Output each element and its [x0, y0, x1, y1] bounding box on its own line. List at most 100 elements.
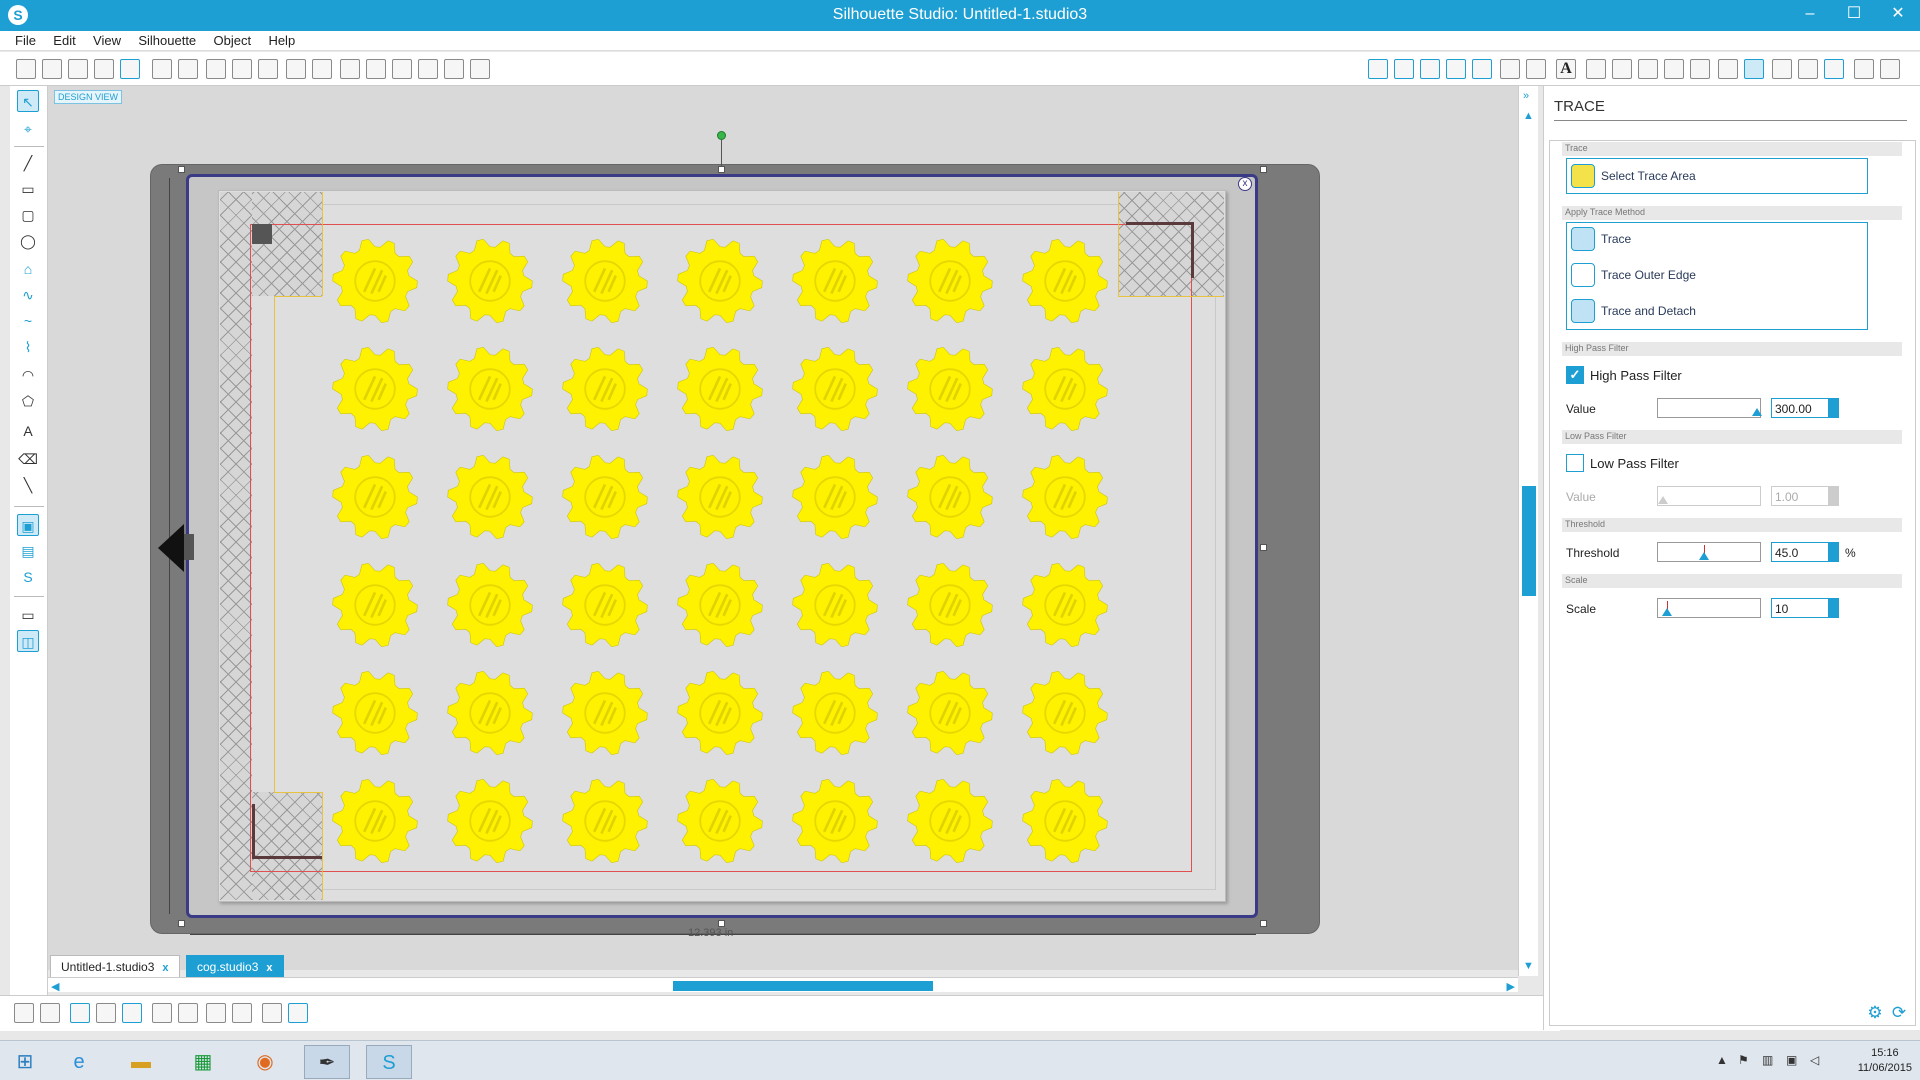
threshold-spinner[interactable]	[1829, 542, 1839, 562]
gear-shape[interactable]	[905, 668, 995, 758]
freehand-tool-icon[interactable]: ~	[17, 310, 39, 332]
high-pass-value-spinner[interactable]	[1829, 398, 1839, 418]
menu-help[interactable]: Help	[261, 31, 302, 50]
zoom-in-icon[interactable]	[366, 59, 386, 79]
gear-shape[interactable]	[905, 452, 995, 542]
paste-icon[interactable]	[232, 59, 252, 79]
undo-icon[interactable]	[286, 59, 306, 79]
gear-shape[interactable]	[675, 236, 765, 326]
gear-shape[interactable]	[560, 668, 650, 758]
library-view-icon[interactable]: ▤	[17, 540, 39, 562]
gear-shape[interactable]	[675, 776, 765, 866]
page-setup-icon[interactable]	[1772, 59, 1792, 79]
selection-handle[interactable]	[1260, 544, 1267, 551]
gear-shape[interactable]	[1020, 236, 1110, 326]
arc-tool-icon[interactable]: ◠	[17, 364, 39, 386]
gear-shape[interactable]	[675, 344, 765, 434]
replicate-icon[interactable]	[1690, 59, 1710, 79]
settings-gear-icon[interactable]: ⚙	[1866, 1004, 1884, 1022]
gear-shape[interactable]	[790, 668, 880, 758]
scroll-left-icon[interactable]: ◀	[51, 980, 59, 993]
text-style-icon[interactable]: A	[1556, 59, 1576, 79]
silhouette-studio-taskbar-icon[interactable]: S	[366, 1045, 412, 1079]
ungroup-icon[interactable]	[40, 1003, 60, 1023]
gear-shape[interactable]	[790, 344, 880, 434]
close-button[interactable]: ✕	[1876, 0, 1920, 31]
scroll-up-icon[interactable]: ▲	[1523, 110, 1534, 122]
gear-shape[interactable]	[330, 668, 420, 758]
menu-file[interactable]: File	[0, 31, 43, 50]
save-icon[interactable]	[94, 59, 114, 79]
rectangle-tool-icon[interactable]: ▭	[17, 178, 39, 200]
pan-hand-icon[interactable]	[340, 59, 360, 79]
mat-position-arrow-icon[interactable]	[158, 524, 184, 572]
duplicate-icon[interactable]	[152, 1003, 172, 1023]
trace-panel-icon[interactable]	[1744, 59, 1764, 79]
gear-shape[interactable]	[1020, 452, 1110, 542]
gear-shape[interactable]	[675, 668, 765, 758]
menu-edit[interactable]: Edit	[46, 31, 82, 50]
curve-tool-icon[interactable]: ∿	[17, 284, 39, 306]
gear-shape[interactable]	[445, 776, 535, 866]
gear-shape[interactable]	[445, 452, 535, 542]
silhouette-store-icon[interactable]: S	[17, 566, 39, 588]
inkscape-icon[interactable]: ✒	[304, 1045, 350, 1079]
open-folder-icon[interactable]	[42, 59, 62, 79]
fill-pattern-icon[interactable]	[1420, 59, 1440, 79]
copy-icon[interactable]	[206, 59, 226, 79]
zoom-out-icon[interactable]	[392, 59, 412, 79]
line-style-icon[interactable]	[1472, 59, 1492, 79]
gear-shape[interactable]	[445, 560, 535, 650]
tab-cog[interactable]: cog.studio3 x	[186, 955, 284, 977]
minimize-button[interactable]: –	[1788, 0, 1832, 31]
offset-rings-icon[interactable]	[288, 1003, 308, 1023]
print-and-cut-icon[interactable]	[178, 59, 198, 79]
trace-button[interactable]: Trace	[1571, 225, 1861, 253]
system-clock[interactable]: 15:16 11/06/2015	[1858, 1046, 1912, 1076]
vertical-scrollbar[interactable]: » ▲ ▼	[1518, 86, 1538, 976]
fit-to-page-icon[interactable]	[470, 59, 490, 79]
selection-handle[interactable]	[718, 920, 725, 927]
gear-shape[interactable]	[1020, 776, 1110, 866]
gear-shape[interactable]	[675, 560, 765, 650]
gear-shape[interactable]	[330, 560, 420, 650]
split-view-icon[interactable]: ◫	[17, 630, 39, 652]
refresh-icon[interactable]: ⟳	[1890, 1004, 1908, 1022]
design-canvas[interactable]: DESIGN VIEW x 12.393 in	[48, 86, 1518, 970]
fill-color-icon[interactable]	[1368, 59, 1388, 79]
maximize-button[interactable]: ☐	[1832, 0, 1876, 31]
scroll-down-icon[interactable]: ▼	[1523, 960, 1534, 972]
gear-shape[interactable]	[1020, 668, 1110, 758]
modify-icon[interactable]	[262, 1003, 282, 1023]
gradient-icon[interactable]	[1394, 59, 1414, 79]
rotate-handle[interactable]	[717, 131, 726, 140]
gear-shape[interactable]	[790, 776, 880, 866]
gear-shape[interactable]	[905, 344, 995, 434]
threshold-input[interactable]: 45.0	[1771, 542, 1829, 562]
gear-shape[interactable]	[330, 776, 420, 866]
rotate-icon[interactable]	[1612, 59, 1632, 79]
knife-tool-icon[interactable]: ╲	[17, 474, 39, 496]
selection-handle[interactable]	[178, 920, 185, 927]
scale-icon[interactable]	[1638, 59, 1658, 79]
gear-shape[interactable]	[330, 452, 420, 542]
firefox-icon[interactable]: ◉	[242, 1045, 288, 1079]
transform-icon[interactable]	[1586, 59, 1606, 79]
mirror-icon[interactable]	[1664, 59, 1684, 79]
gear-shape[interactable]	[445, 236, 535, 326]
edit-points-icon[interactable]: ⌖	[17, 118, 39, 140]
bring-to-front-icon[interactable]	[206, 1003, 226, 1023]
send-to-back-icon[interactable]	[232, 1003, 252, 1023]
network-icon[interactable]: ▥	[1762, 1053, 1773, 1067]
smooth-freehand-tool-icon[interactable]: ⌇	[17, 336, 39, 358]
gear-shape[interactable]	[790, 560, 880, 650]
delete-icon[interactable]	[178, 1003, 198, 1023]
gear-shape[interactable]	[560, 452, 650, 542]
selection-handle[interactable]	[1260, 920, 1267, 927]
line-tool-icon[interactable]: ╱	[17, 152, 39, 174]
line-weight-icon[interactable]	[1500, 59, 1520, 79]
selection-handle[interactable]	[178, 166, 185, 173]
make-compound-path-icon[interactable]	[70, 1003, 90, 1023]
ellipse-tool-icon[interactable]: ◯	[17, 230, 39, 252]
regular-polygon-tool-icon[interactable]: ⬠	[17, 390, 39, 412]
